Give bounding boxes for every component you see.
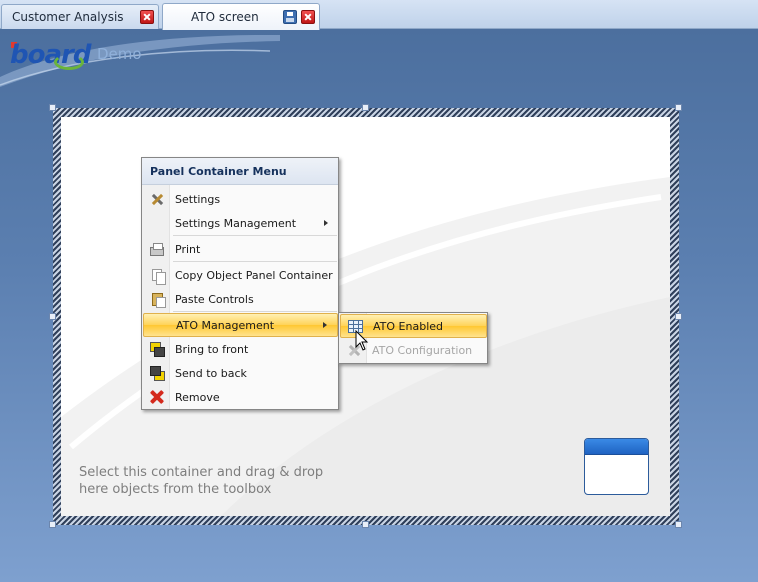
send-to-back-icon bbox=[150, 366, 165, 381]
resize-handle-nw[interactable] bbox=[49, 104, 56, 111]
panel-hint-line-1: Select this container and drag & drop bbox=[79, 465, 324, 480]
menu-item-paste-controls[interactable]: Paste Controls bbox=[143, 287, 338, 311]
resize-handle-se[interactable] bbox=[675, 521, 682, 528]
menu-item-label: Paste Controls bbox=[175, 292, 254, 306]
menu-item-label: Send to back bbox=[175, 366, 247, 380]
menu-item-ato-management[interactable]: ATO Management bbox=[143, 313, 338, 337]
tab-label: Customer Analysis bbox=[12, 10, 124, 24]
menu-item-send-to-back[interactable]: Send to back bbox=[143, 361, 338, 385]
menu-item-bring-to-front[interactable]: Bring to front bbox=[143, 337, 338, 361]
submenu-arrow-icon bbox=[324, 220, 328, 226]
save-icon[interactable] bbox=[283, 10, 297, 24]
board-logo: board bbox=[8, 36, 94, 72]
logo-swirl-icon bbox=[54, 54, 84, 70]
mouse-cursor-icon bbox=[355, 330, 369, 351]
resize-handle-e[interactable] bbox=[675, 313, 682, 320]
tab-customer-analysis[interactable]: Customer Analysis bbox=[1, 4, 159, 29]
panel-hint-line-2: here objects from the toolbox bbox=[79, 482, 272, 497]
copy-icon bbox=[152, 269, 166, 285]
close-tab-icon[interactable] bbox=[301, 10, 315, 24]
menu-item-label: Bring to front bbox=[175, 342, 249, 356]
settings-icon bbox=[150, 192, 164, 206]
tab-ato-screen[interactable]: ATO screen bbox=[162, 3, 320, 30]
menu-item-label: Remove bbox=[175, 390, 220, 404]
resize-handle-s[interactable] bbox=[362, 521, 369, 528]
resize-handle-sw[interactable] bbox=[49, 521, 56, 528]
paste-icon bbox=[151, 292, 166, 308]
menu-item-label: ATO Configuration bbox=[372, 343, 473, 357]
bring-to-front-icon bbox=[150, 342, 165, 357]
menu-item-label: ATO Management bbox=[176, 318, 275, 332]
close-tab-icon[interactable] bbox=[140, 10, 154, 24]
menu-item-label: Settings bbox=[175, 192, 221, 206]
resize-handle-n[interactable] bbox=[362, 104, 369, 111]
tab-label: ATO screen bbox=[191, 10, 259, 24]
panel-container-window-icon bbox=[584, 438, 649, 495]
menu-item-label: Print bbox=[175, 242, 201, 256]
resize-handle-ne[interactable] bbox=[675, 104, 682, 111]
tab-bar: Customer Analysis ATO screen bbox=[0, 0, 758, 30]
menu-item-label: Settings Management bbox=[175, 216, 297, 230]
submenu-arrow-icon bbox=[323, 322, 327, 328]
menu-item-label: Copy Object Panel Container bbox=[175, 268, 333, 282]
menu-item-settings-management[interactable]: Settings Management bbox=[143, 211, 338, 235]
remove-icon bbox=[150, 390, 164, 404]
menu-title: Panel Container Menu bbox=[142, 158, 338, 185]
panel-container-context-menu: Panel Container Menu Settings Settings M… bbox=[141, 157, 339, 410]
panel-drop-hint: Select this container and drag & drop he… bbox=[79, 464, 379, 498]
printer-icon bbox=[150, 242, 164, 256]
menu-item-settings[interactable]: Settings bbox=[143, 187, 338, 211]
menu-item-copy-object-panel-container[interactable]: Copy Object Panel Container bbox=[143, 263, 338, 287]
logo-demo-label: Demo bbox=[97, 45, 142, 63]
menu-item-label: ATO Enabled bbox=[373, 319, 443, 333]
resize-handle-w[interactable] bbox=[49, 313, 56, 320]
menu-item-remove[interactable]: Remove bbox=[143, 385, 338, 409]
menu-item-print[interactable]: Print bbox=[143, 237, 338, 261]
